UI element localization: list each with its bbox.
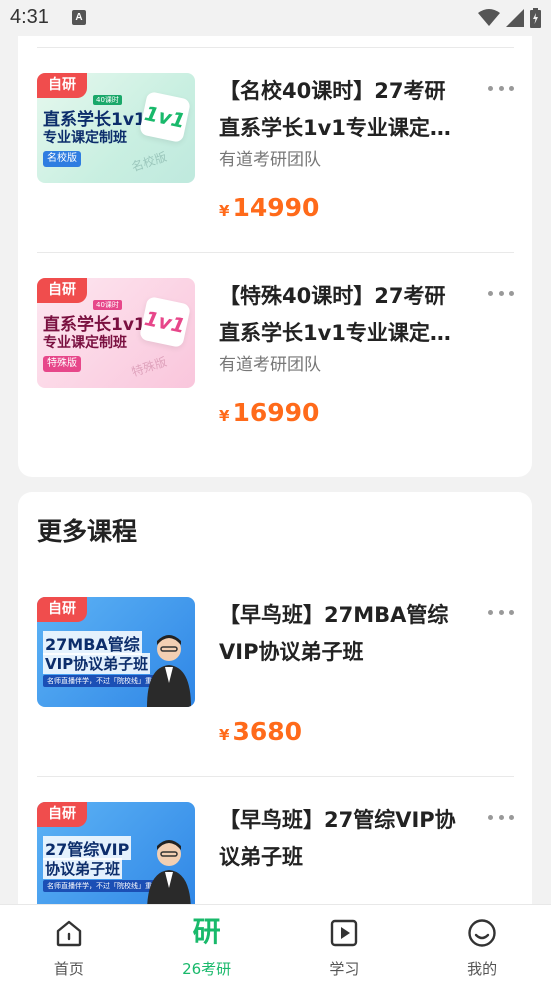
course-title-line2: 议弟子班 bbox=[219, 845, 303, 869]
notification-a-icon: A bbox=[72, 10, 86, 25]
course-title: 【特殊40课时】27考研 直系学长1v1专业课定制班 bbox=[219, 278, 469, 352]
thumb-version-badge: 特殊版 bbox=[43, 356, 81, 372]
more-options-button[interactable] bbox=[488, 812, 514, 822]
course-item[interactable]: 自研 40课时 直系学长1v1 专业课定制班 1v1 名校版 名校版 【名校40… bbox=[37, 73, 514, 233]
home-icon bbox=[56, 920, 82, 947]
bottom-tab-bar: 首页 研 26考研 学习 我的 bbox=[0, 904, 551, 981]
currency-symbol: ¥ bbox=[219, 202, 230, 220]
course-title: 【早鸟班】27MBA管综 VIP协议弟子班 bbox=[219, 597, 469, 671]
course-price: ¥14990 bbox=[219, 193, 319, 222]
course-thumbnail: 自研 27管综VIP 协议弟子班 名师直播伴学，不过「院校线」重读 bbox=[37, 802, 195, 912]
course-item[interactable]: 自研 40课时 直系学长1v1 专业课定制班 1v1 特殊版 特殊版 【特殊40… bbox=[37, 278, 514, 438]
tab-kaoyan[interactable]: 研 26考研 bbox=[138, 905, 276, 981]
course-title-line2: 直系学长1v1专业课定制班 bbox=[219, 116, 469, 140]
divider bbox=[37, 47, 514, 48]
thumb-tag: 自研 bbox=[37, 597, 87, 622]
course-thumbnail: 自研 40课时 直系学长1v1 专业课定制班 1v1 名校版 名校版 bbox=[37, 73, 195, 183]
thumb-tag: 自研 bbox=[37, 802, 87, 827]
divider bbox=[37, 776, 514, 777]
recommended-card: 自研 40课时 直系学长1v1 专业课定制班 1v1 名校版 名校版 【名校40… bbox=[18, 0, 532, 477]
course-item[interactable]: 自研 27MBA管综 VIP协议弟子班 名师直播伴学，不过「院校线」重读 【早鸟… bbox=[37, 597, 514, 757]
thumb-stamp: 名校版 bbox=[129, 149, 169, 175]
section-title: 更多课程 bbox=[37, 517, 138, 546]
currency-symbol: ¥ bbox=[219, 726, 230, 744]
course-title-line1: 【早鸟班】27MBA管综 bbox=[219, 603, 449, 627]
course-title-line2: 直系学长1v1专业课定制班 bbox=[219, 321, 469, 345]
tab-label: 首页 bbox=[53, 960, 84, 978]
more-options-button[interactable] bbox=[488, 607, 514, 617]
tab-label: 26考研 bbox=[182, 960, 232, 978]
status-icons bbox=[478, 8, 541, 28]
thumb-mini-badge: 40课时 bbox=[93, 95, 122, 105]
thumb-tag: 自研 bbox=[37, 278, 87, 303]
more-options-button[interactable] bbox=[488, 288, 514, 298]
course-title-line1: 【名校40课时】27考研 bbox=[219, 79, 446, 103]
course-thumbnail: 自研 40课时 直系学长1v1 专业课定制班 1v1 特殊版 特殊版 bbox=[37, 278, 195, 388]
tab-mine[interactable]: 我的 bbox=[413, 905, 551, 981]
course-title-line1: 【早鸟班】27管综VIP协 bbox=[219, 808, 456, 832]
thumb-title-line1: 27管综VIP bbox=[43, 836, 132, 860]
course-price: ¥16990 bbox=[219, 398, 319, 427]
thumb-version-badge: 名校版 bbox=[43, 151, 81, 167]
thumb-title-line2: VIP协议弟子班 bbox=[43, 653, 151, 674]
teacher-avatar-icon bbox=[147, 840, 191, 912]
thumb-mini-badge: 40课时 bbox=[93, 300, 122, 310]
course-title-line2: VIP协议弟子班 bbox=[219, 640, 364, 664]
tab-home[interactable]: 首页 bbox=[0, 905, 138, 981]
currency-symbol: ¥ bbox=[219, 407, 230, 425]
wifi-icon bbox=[478, 9, 500, 26]
price-value: 3680 bbox=[232, 717, 303, 746]
yan-icon: 研 bbox=[192, 915, 221, 948]
smile-icon bbox=[468, 919, 496, 947]
thumb-stamp: 特殊版 bbox=[129, 354, 169, 380]
divider bbox=[37, 252, 514, 253]
price-value: 14990 bbox=[232, 193, 320, 222]
tab-study[interactable]: 学习 bbox=[276, 905, 414, 981]
course-title-line1: 【特殊40课时】27考研 bbox=[219, 284, 446, 308]
course-teacher: 有道考研团队 bbox=[219, 355, 321, 375]
course-price: ¥3680 bbox=[219, 717, 302, 746]
signal-icon bbox=[506, 9, 524, 27]
battery-icon bbox=[530, 8, 541, 28]
status-bar: 4:31 A bbox=[0, 0, 551, 36]
tab-label: 学习 bbox=[329, 960, 360, 978]
more-options-button[interactable] bbox=[488, 83, 514, 93]
thumb-title-line2: 协议弟子班 bbox=[43, 858, 123, 879]
teacher-avatar-icon bbox=[147, 635, 191, 707]
course-teacher: 有道考研团队 bbox=[219, 150, 321, 170]
course-title: 【早鸟班】27管综VIP协 议弟子班 bbox=[219, 802, 469, 876]
price-value: 16990 bbox=[232, 398, 320, 427]
thumb-tag: 自研 bbox=[37, 73, 87, 98]
thumb-title-line2: 专业课定制班 bbox=[43, 130, 127, 146]
thumb-1v1-badge: 1v1 bbox=[138, 90, 192, 144]
course-title: 【名校40课时】27考研 直系学长1v1专业课定制班 bbox=[219, 73, 469, 147]
status-time: 4:31 bbox=[10, 6, 49, 28]
course-thumbnail: 自研 27MBA管综 VIP协议弟子班 名师直播伴学，不过「院校线」重读 bbox=[37, 597, 195, 707]
thumb-title-line2: 专业课定制班 bbox=[43, 335, 127, 351]
tab-label: 我的 bbox=[467, 960, 498, 978]
thumb-title-line1: 27MBA管综 bbox=[43, 631, 142, 655]
thumb-1v1-badge: 1v1 bbox=[138, 295, 192, 349]
play-icon bbox=[331, 919, 358, 947]
